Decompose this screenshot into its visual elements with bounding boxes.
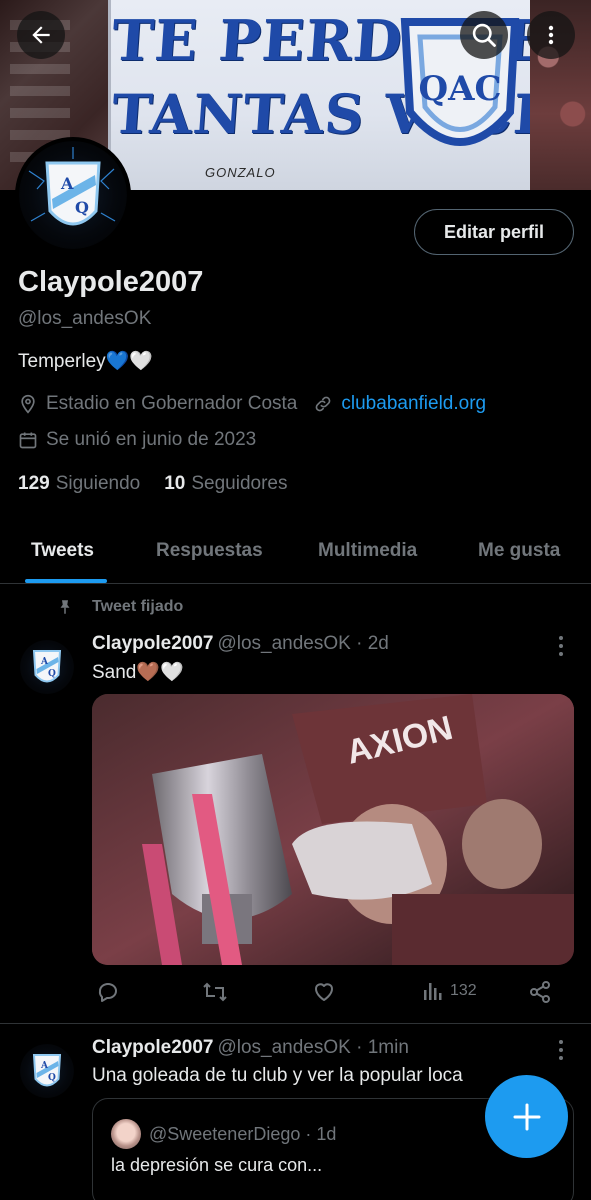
quoted-tweet-header: @SweetenerDiego · 1d <box>111 1119 336 1149</box>
tweet-photo[interactable]: AXION <box>92 694 574 965</box>
tweet-more-icon[interactable] <box>551 634 571 658</box>
following-link[interactable]: 129 Siguiendo <box>18 473 140 495</box>
tweet-author-name[interactable]: Claypole2007 <box>92 633 213 654</box>
profile-avatar[interactable]: A Q <box>15 137 131 253</box>
svg-text:Q: Q <box>75 198 89 217</box>
tweet-header: Claypole2007 @los_andesOK · 1min <box>92 1037 409 1059</box>
views-button[interactable]: 132 <box>422 980 477 1002</box>
club-shield-icon: A Q <box>32 650 62 683</box>
retweet-icon <box>203 982 227 1002</box>
tweet-actions: 132 <box>92 980 574 1010</box>
club-shield-icon: A Q <box>32 1054 62 1087</box>
profile-handle: @los_andesOK <box>18 308 152 329</box>
pinned-text: Tweet fijado <box>92 598 184 615</box>
svg-text:A: A <box>60 174 74 193</box>
more-button[interactable] <box>527 11 575 59</box>
tweet-header: Claypole2007 @los_andesOK · 2d <box>92 633 389 655</box>
svg-text:Q: Q <box>48 1073 56 1083</box>
tweet-text: Sand🤎🤍 <box>92 662 184 683</box>
reply-button[interactable] <box>96 980 120 1004</box>
followers-count: 10 <box>164 473 186 494</box>
heart-icon <box>315 983 333 1001</box>
tab-respuestas[interactable]: Respuestas <box>156 540 263 562</box>
following-label: Siguiendo <box>55 473 141 494</box>
svg-text:QAC: QAC <box>418 69 501 109</box>
views-count: 132 <box>450 982 477 999</box>
profile-website-link[interactable]: clubabanfield.org <box>341 393 486 415</box>
profile-name: Claypole2007 <box>18 266 204 298</box>
views-icon <box>424 983 442 1000</box>
profile-bio: Temperley💙🤍 <box>18 351 153 372</box>
pin-icon <box>60 600 70 614</box>
tweet-meta: @los_andesOK · 1min <box>217 1037 409 1058</box>
trophy-photo: AXION <box>92 694 574 965</box>
quoted-tweet-meta: @SweetenerDiego · 1d <box>149 1123 337 1144</box>
tweet-avatar[interactable]: A Q <box>20 640 74 694</box>
reply-icon <box>98 983 117 1002</box>
profile-joined-row: Se unió en junio de 2023 <box>18 429 256 451</box>
link-icon <box>316 396 331 412</box>
share-button[interactable] <box>528 980 552 1004</box>
quoted-avatar <box>111 1119 141 1149</box>
back-button[interactable] <box>17 11 65 59</box>
svg-text:A: A <box>40 657 49 667</box>
tweet-author-name[interactable]: Claypole2007 <box>92 1037 213 1058</box>
following-count: 129 <box>18 473 50 494</box>
more-vertical-icon <box>548 25 554 45</box>
search-icon <box>472 23 496 47</box>
profile-joined: Se unió en junio de 2023 <box>46 429 257 450</box>
tweet-divider <box>0 1023 591 1024</box>
tweet-text: Una goleada de tu club y ver la popular … <box>92 1065 463 1086</box>
calendar-icon <box>19 432 37 449</box>
tweet-meta: @los_andesOK · 2d <box>217 633 389 654</box>
followers-link[interactable]: 10 Seguidores <box>164 473 287 495</box>
plus-icon <box>513 1103 540 1130</box>
edit-profile-button[interactable]: Editar perfil <box>414 209 574 255</box>
search-button[interactable] <box>460 11 508 59</box>
location-pin-icon <box>21 394 35 414</box>
arrow-left-icon <box>32 26 50 44</box>
profile-tabs: Tweets Respuestas Multimedia Me gusta <box>0 520 591 584</box>
svg-text:Q: Q <box>48 669 56 679</box>
profile-meta-row: Estadio en Gobernador Costa clubabanfiel… <box>18 393 486 415</box>
share-icon <box>530 981 550 1003</box>
pinned-tweet-label: Tweet fijado <box>56 598 183 616</box>
tab-tweets[interactable]: Tweets <box>31 540 94 562</box>
tweet-avatar[interactable]: A Q <box>20 1044 74 1098</box>
tab-multimedia[interactable]: Multimedia <box>318 540 417 562</box>
club-shield-icon: A Q <box>28 147 116 226</box>
compose-tweet-button[interactable] <box>485 1075 568 1158</box>
svg-text:A: A <box>40 1061 49 1071</box>
active-tab-indicator <box>25 579 107 583</box>
banner-signature: GONZALO <box>205 165 276 180</box>
profile-stats: 129 Siguiendo 10 Seguidores <box>18 473 288 495</box>
quoted-tweet-text: la depresión se cura con... <box>111 1155 323 1175</box>
like-button[interactable] <box>312 980 336 1004</box>
retweet-button[interactable] <box>202 980 228 1004</box>
followers-label: Seguidores <box>191 473 288 494</box>
tab-me-gusta[interactable]: Me gusta <box>478 540 560 562</box>
profile-location: Estadio en Gobernador Costa <box>46 393 298 414</box>
tweet-more-icon[interactable] <box>551 1038 571 1062</box>
